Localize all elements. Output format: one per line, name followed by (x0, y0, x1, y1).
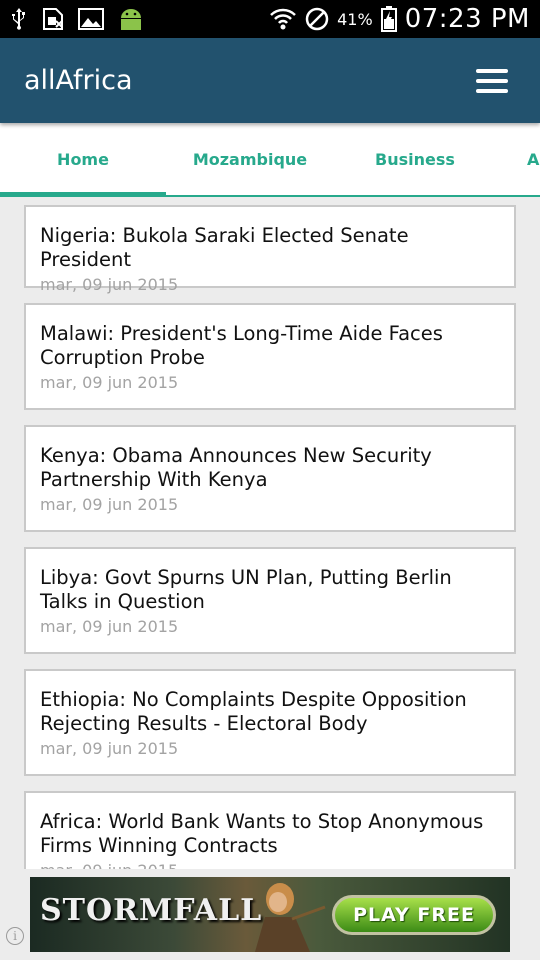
clock: 07:23 PM (404, 4, 530, 34)
do-not-disturb-icon (305, 7, 329, 31)
battery-icon (380, 6, 397, 32)
article-title: Ethiopia: No Complaints Despite Oppositi… (40, 688, 467, 735)
ad-brand: STORMFALL (40, 893, 263, 928)
wifi-icon (269, 7, 297, 31)
article-date: mar, 09 jun 2015 (40, 275, 179, 294)
list-item[interactable]: Nigeria: Bukola Saraki Elected Senate Pr… (24, 205, 516, 294)
article-title: Malawi: President's Long-Time Aide Faces… (40, 322, 443, 369)
tab-home[interactable]: Home (0, 123, 166, 195)
article-title: Libya: Govt Spurns UN Plan, Putting Berl… (40, 566, 452, 613)
article-title: Kenya: Obama Announces New Security Part… (40, 444, 432, 491)
battery-percent: 41% (337, 9, 373, 29)
tab-mozambique[interactable]: Mozambique (166, 123, 334, 195)
news-list: Nigeria: Bukola Saraki Elected Senate Pr… (0, 197, 540, 869)
article-date: mar, 09 jun 2015 (40, 495, 179, 514)
play-free-button[interactable]: PLAY FREE (332, 895, 496, 935)
warrior-illustration (255, 883, 326, 952)
ad-banner: i STORMFALL PLAY FREE (0, 869, 540, 960)
app-bar: allAfrica (0, 38, 540, 123)
list-item[interactable]: Malawi: President's Long-Time Aide Faces… (24, 303, 516, 410)
usb-icon (10, 7, 28, 31)
android-icon (118, 7, 144, 31)
tab-business[interactable]: Business (334, 123, 496, 195)
list-item[interactable]: Africa: World Bank Wants to Stop Anonymo… (24, 791, 516, 869)
list-item[interactable]: Kenya: Obama Announces New Security Part… (24, 425, 516, 532)
ad-image[interactable]: STORMFALL PLAY FREE (30, 877, 510, 952)
tab-partial[interactable]: A (496, 123, 540, 195)
article-date: mar, 09 jun 2015 (40, 617, 179, 636)
article-title: Nigeria: Bukola Saraki Elected Senate Pr… (40, 224, 409, 271)
image-icon (78, 8, 104, 30)
list-item[interactable]: Libya: Govt Spurns UN Plan, Putting Berl… (24, 547, 516, 654)
article-date: mar, 09 jun 2015 (40, 739, 179, 758)
article-date: mar, 09 jun 2015 (40, 373, 179, 392)
app-title: allAfrica (24, 65, 133, 96)
article-date: mar, 09 jun 2015 (40, 861, 500, 869)
sim-icon (42, 7, 64, 31)
status-bar: 41% 07:23 PM (0, 0, 540, 38)
list-item[interactable]: Ethiopia: No Complaints Despite Oppositi… (24, 669, 516, 776)
category-tabs: Home Mozambique Business A (0, 123, 540, 197)
article-title: Africa: World Bank Wants to Stop Anonymo… (40, 810, 484, 857)
hamburger-menu-icon[interactable] (476, 61, 516, 101)
info-icon[interactable]: i (6, 927, 24, 945)
